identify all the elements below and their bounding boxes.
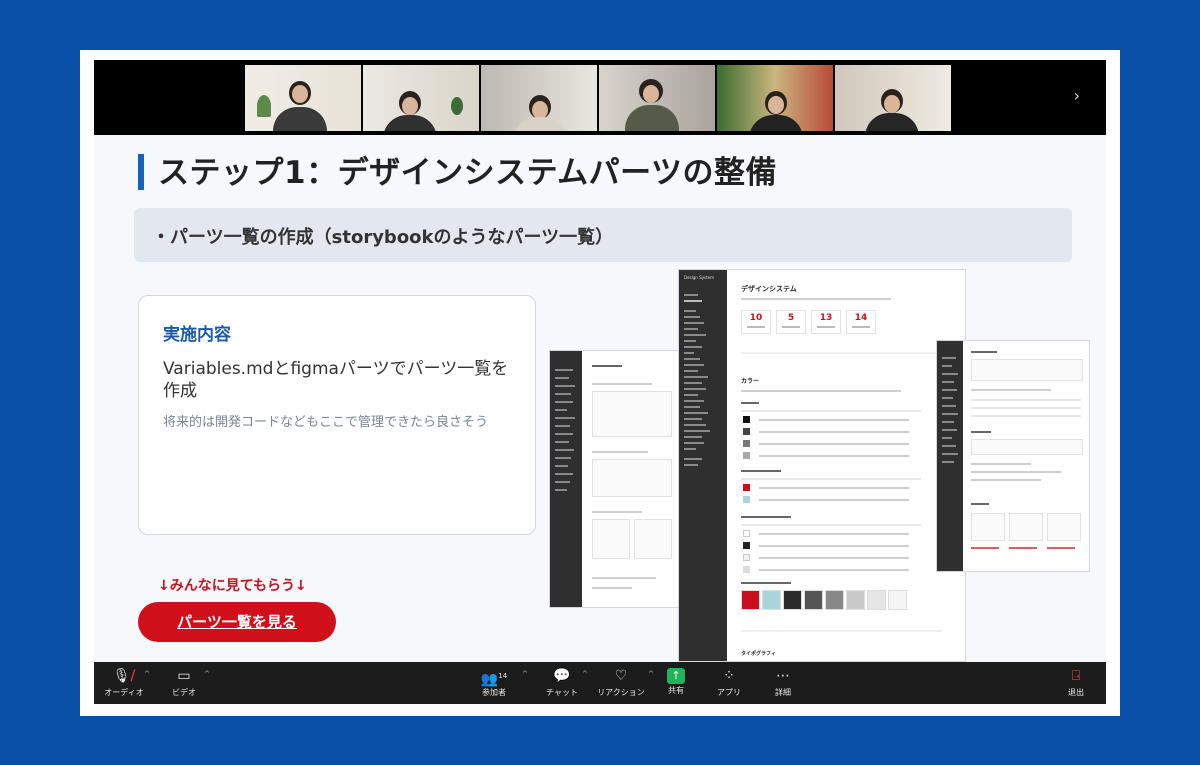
participant-tile[interactable]	[717, 65, 833, 131]
bullet-text: ・パーツ一覧の作成（storybookのようなパーツ一覧）	[152, 227, 614, 248]
leave-button[interactable]: ⍈ 退出	[1062, 666, 1090, 698]
video-strip: ›	[94, 60, 1106, 135]
participant-tile[interactable]	[599, 65, 715, 131]
participant-tile-active[interactable]	[363, 65, 479, 131]
chevron-up-icon[interactable]: ^	[144, 670, 150, 678]
palette-swatch	[804, 590, 823, 610]
card-heading: 実施内容	[163, 325, 231, 345]
palette-swatch	[846, 590, 865, 610]
meeting-screen: › ステップ1：デザインシステムパーツの整備 ・パーツ一覧の作成（storybo…	[94, 60, 1106, 704]
participants-button[interactable]: 👥14 参加者	[477, 666, 511, 698]
apps-button[interactable]: ⁘ アプリ	[714, 666, 744, 698]
exit-door-icon: ⍈	[1071, 668, 1081, 684]
bullet-box: ・パーツ一覧の作成（storybookのようなパーツ一覧）	[134, 208, 1072, 262]
more-button[interactable]: ⋯ 詳細	[770, 666, 796, 698]
chevron-up-icon[interactable]: ^	[582, 670, 588, 678]
palette-swatch	[888, 590, 907, 610]
palette-swatch	[741, 590, 760, 610]
people-icon: 👥14	[480, 671, 508, 688]
slide-title: ステップ1：デザインシステムパーツの整備	[158, 155, 778, 191]
preview-screenshot-main: Design System デザインシステム 10 5 13 14 カラー タイ…	[678, 269, 966, 662]
video-button[interactable]: ▭ ビデオ	[168, 666, 200, 698]
preview-screenshot-left	[549, 350, 681, 608]
stat-card: 14	[846, 310, 876, 334]
mini-sidebar-title: Design System	[684, 275, 714, 280]
chat-button[interactable]: 💬 チャット	[546, 666, 578, 698]
participant-tile[interactable]	[835, 65, 951, 131]
palette-swatch	[762, 590, 781, 610]
chevron-up-icon[interactable]: ^	[204, 670, 210, 678]
stat-card: 10	[741, 310, 771, 334]
reactions-button[interactable]: ♡ リアクション	[596, 666, 646, 698]
stat-card: 5	[776, 310, 806, 334]
chevron-right-icon[interactable]: ›	[1074, 86, 1080, 105]
mini-section-title: カラー	[741, 378, 760, 385]
chat-bubble-icon: 💬	[553, 668, 571, 684]
stat-card: 13	[811, 310, 841, 334]
video-camera-icon: ▭	[177, 668, 191, 684]
implementation-card: 実施内容 Variables.mdとfigmaパーツでパーツ一覧を作成 将来的は…	[138, 295, 536, 535]
share-arrow-icon: ↑	[667, 668, 685, 684]
participant-tile[interactable]	[481, 65, 597, 131]
palette-swatch	[783, 590, 802, 610]
cta-note: ↓みんなに見てもらう↓	[158, 578, 307, 594]
participant-tile[interactable]	[245, 65, 361, 131]
chevron-up-icon[interactable]: ^	[522, 670, 528, 678]
meeting-toolbar: 🎙/ オーディオ ^ ▭ ビデオ ^ 👥14 参加者 ^ 💬 チャット ^ ♡ …	[94, 662, 1106, 704]
mini-page-title: デザインシステム	[741, 285, 797, 293]
mini-typography-title: タイポグラフィ	[741, 651, 776, 657]
view-parts-button[interactable]: パーツ一覧を見る	[138, 602, 336, 642]
heart-icon: ♡	[614, 668, 628, 684]
palette-swatch	[867, 590, 886, 610]
preview-screenshot-right	[936, 340, 1090, 572]
presentation-slide: ステップ1：デザインシステムパーツの整備 ・パーツ一覧の作成（storybook…	[94, 135, 1106, 662]
apps-icon: ⁘	[723, 668, 735, 684]
card-sub-text: 将来的は開発コードなどもここで管理できたら良さそう	[163, 415, 489, 430]
more-dots-icon: ⋯	[776, 668, 790, 684]
palette-swatch	[825, 590, 844, 610]
chevron-up-icon[interactable]: ^	[648, 670, 654, 678]
mic-muted-icon: 🎙/	[112, 668, 136, 684]
share-button[interactable]: ↑ 共有	[662, 666, 690, 696]
title-accent-bar	[138, 154, 144, 190]
card-main-text: Variables.mdとfigmaパーツでパーツ一覧を作成	[163, 359, 509, 402]
audio-button[interactable]: 🎙/ オーディオ	[104, 666, 144, 698]
